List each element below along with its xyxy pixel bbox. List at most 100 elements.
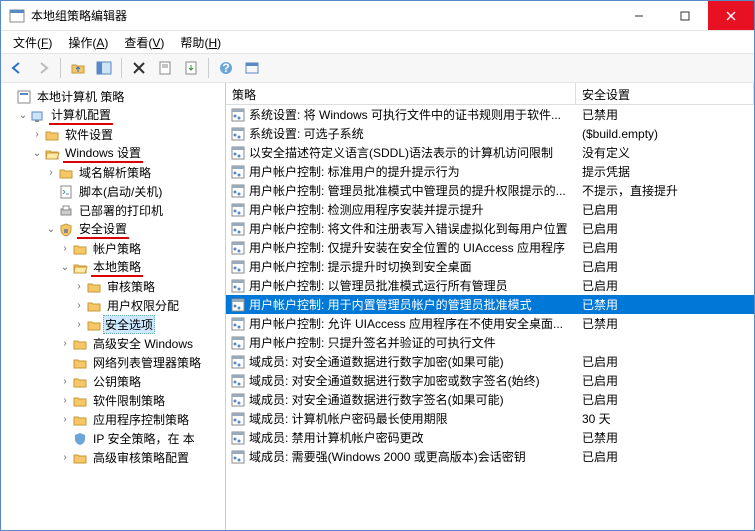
help-button[interactable]: ?: [214, 56, 238, 80]
delete-button[interactable]: [127, 56, 151, 80]
tree-security-settings[interactable]: ⌄安全设置: [45, 220, 225, 239]
menu-action[interactable]: 操作(A): [60, 32, 116, 53]
properties-button[interactable]: [153, 56, 177, 80]
tree-software-restriction[interactable]: ›软件限制策略: [59, 391, 225, 410]
list-row[interactable]: 用户帐户控制: 只提升签名并验证的可执行文件: [226, 333, 754, 352]
tree-user-rights[interactable]: ›用户权限分配: [73, 296, 225, 315]
list-row[interactable]: 用户帐户控制: 以管理员批准模式运行所有管理员已启用: [226, 276, 754, 295]
expand-icon[interactable]: ›: [59, 452, 71, 463]
policy-text: 域成员: 对安全通道数据进行数字加密或数字签名(始终): [249, 372, 576, 389]
expand-icon[interactable]: ›: [59, 243, 71, 254]
menu-view[interactable]: 查看(V): [116, 32, 172, 53]
list-row[interactable]: 用户帐户控制: 将文件和注册表写入错误虚拟化到每用户位置已启用: [226, 219, 754, 238]
list-row[interactable]: 域成员: 对安全通道数据进行数字加密或数字签名(始终)已启用: [226, 371, 754, 390]
tree-computer-config[interactable]: ⌄计算机配置: [17, 106, 225, 125]
policy-text: 域成员: 对安全通道数据进行数字加密(如果可能): [249, 353, 576, 370]
list-row[interactable]: 用户帐户控制: 标准用户的提升提示行为提示凭据: [226, 162, 754, 181]
tree-security-options[interactable]: ›安全选项: [73, 315, 225, 334]
toolbar: ?: [1, 53, 754, 83]
policy-icon: [230, 278, 246, 294]
list-row[interactable]: 用户帐户控制: 提示提升时切换到安全桌面已启用: [226, 257, 754, 276]
column-setting[interactable]: 安全设置: [576, 83, 754, 104]
tree-public-key[interactable]: ›公钥策略: [59, 372, 225, 391]
setting-text: 不提示，直接提升: [576, 182, 754, 199]
list-row[interactable]: 域成员: 禁用计算机帐户密码更改已禁用: [226, 428, 754, 447]
expand-icon[interactable]: ›: [59, 414, 71, 425]
expand-icon[interactable]: ›: [31, 129, 43, 140]
list-row[interactable]: 以安全描述符定义语言(SDDL)语法表示的计算机访问限制没有定义: [226, 143, 754, 162]
tree-scripts[interactable]: 脚本(启动/关机): [45, 182, 225, 201]
tree-advanced-audit[interactable]: ›高级审核策略配置: [59, 448, 225, 467]
column-policy[interactable]: 策略: [226, 83, 576, 104]
policy-icon: [230, 335, 246, 351]
policy-text: 用户帐户控制: 以管理员批准模式运行所有管理员: [249, 277, 576, 294]
list-row[interactable]: 用户帐户控制: 检测应用程序安装并提示提升已启用: [226, 200, 754, 219]
policy-icon: [230, 392, 246, 408]
up-button[interactable]: [66, 56, 90, 80]
refresh-button[interactable]: [240, 56, 264, 80]
list-row[interactable]: 系统设置: 将 Windows 可执行文件中的证书规则用于软件...已禁用: [226, 105, 754, 124]
collapse-icon[interactable]: ⌄: [59, 262, 71, 273]
minimize-button[interactable]: [616, 1, 662, 30]
collapse-icon[interactable]: ⌄: [17, 110, 29, 121]
list-row[interactable]: 系统设置: 可选子系统($build.empty): [226, 124, 754, 143]
policy-icon: [230, 240, 246, 256]
export-button[interactable]: [179, 56, 203, 80]
menubar: 文件(F) 操作(A) 查看(V) 帮助(H): [1, 31, 754, 53]
tree-pane[interactable]: 本地计算机 策略 ⌄计算机配置 ›软件设置 ⌄Windows 设置 ›域名解析: [1, 83, 226, 530]
policy-icon: [230, 126, 246, 142]
setting-text: 没有定义: [576, 144, 754, 161]
policy-icon: [230, 183, 246, 199]
list-row[interactable]: 用户帐户控制: 仅提升安装在安全位置的 UIAccess 应用程序已启用: [226, 238, 754, 257]
tree-app-control[interactable]: ›应用程序控制策略: [59, 410, 225, 429]
tree-advanced-firewall[interactable]: ›高级安全 Windows: [59, 334, 225, 353]
close-button[interactable]: [708, 1, 754, 30]
tree-account-policies[interactable]: ›帐户策略: [59, 239, 225, 258]
expand-icon[interactable]: ›: [59, 376, 71, 387]
tree-name-resolution[interactable]: ›域名解析策略: [45, 163, 225, 182]
tree-software-settings[interactable]: ›软件设置: [31, 125, 225, 144]
show-hide-tree-button[interactable]: [92, 56, 116, 80]
tree-windows-settings[interactable]: ⌄Windows 设置: [31, 144, 225, 163]
policy-icon: [230, 354, 246, 370]
expand-icon[interactable]: ›: [73, 281, 85, 292]
setting-text: 已禁用: [576, 296, 754, 313]
forward-button[interactable]: [31, 56, 55, 80]
tree-local-policies[interactable]: ⌄本地策略: [59, 258, 225, 277]
policy-text: 用户帐户控制: 允许 UIAccess 应用程序在不使用安全桌面...: [249, 315, 576, 332]
policy-icon: [230, 297, 246, 313]
tree-ip-security[interactable]: IP 安全策略，在 本: [59, 429, 225, 448]
expand-icon[interactable]: ›: [45, 167, 57, 178]
maximize-button[interactable]: [662, 1, 708, 30]
menu-file[interactable]: 文件(F): [5, 32, 60, 53]
policy-icon: [230, 316, 246, 332]
expand-icon[interactable]: ›: [59, 338, 71, 349]
list-row[interactable]: 用户帐户控制: 管理员批准模式中管理员的提升权限提示的...不提示，直接提升: [226, 181, 754, 200]
list-row[interactable]: 域成员: 计算机帐户密码最长使用期限30 天: [226, 409, 754, 428]
list-row[interactable]: 域成员: 需要强(Windows 2000 或更高版本)会话密钥已启用: [226, 447, 754, 466]
list-row[interactable]: 用户帐户控制: 允许 UIAccess 应用程序在不使用安全桌面...已禁用: [226, 314, 754, 333]
setting-text: 已禁用: [576, 429, 754, 446]
setting-text: ($build.empty): [576, 127, 754, 141]
expand-icon[interactable]: ›: [59, 395, 71, 406]
tree-root[interactable]: 本地计算机 策略: [3, 87, 225, 106]
menu-help[interactable]: 帮助(H): [172, 32, 229, 53]
policy-icon: [230, 259, 246, 275]
policy-text: 用户帐户控制: 只提升签名并验证的可执行文件: [249, 334, 576, 351]
expand-icon[interactable]: ›: [73, 319, 85, 330]
policy-text: 域成员: 需要强(Windows 2000 或更高版本)会话密钥: [249, 448, 576, 465]
back-button[interactable]: [5, 56, 29, 80]
collapse-icon[interactable]: ⌄: [31, 148, 43, 159]
collapse-icon[interactable]: ⌄: [45, 224, 57, 235]
tree-network-list[interactable]: 网络列表管理器策略: [59, 353, 225, 372]
setting-text: 已启用: [576, 258, 754, 275]
expand-icon[interactable]: ›: [73, 300, 85, 311]
tree-deployed-printers[interactable]: 已部署的打印机: [45, 201, 225, 220]
policy-text: 用户帐户控制: 用于内置管理员帐户的管理员批准模式: [249, 296, 576, 313]
policy-icon: [230, 145, 246, 161]
list-row[interactable]: 域成员: 对安全通道数据进行数字签名(如果可能)已启用: [226, 390, 754, 409]
list-row[interactable]: 用户帐户控制: 用于内置管理员帐户的管理员批准模式已禁用: [226, 295, 754, 314]
list-body[interactable]: 系统设置: 将 Windows 可执行文件中的证书规则用于软件...已禁用系统设…: [226, 105, 754, 530]
list-row[interactable]: 域成员: 对安全通道数据进行数字加密(如果可能)已启用: [226, 352, 754, 371]
tree-audit-policy[interactable]: ›审核策略: [73, 277, 225, 296]
